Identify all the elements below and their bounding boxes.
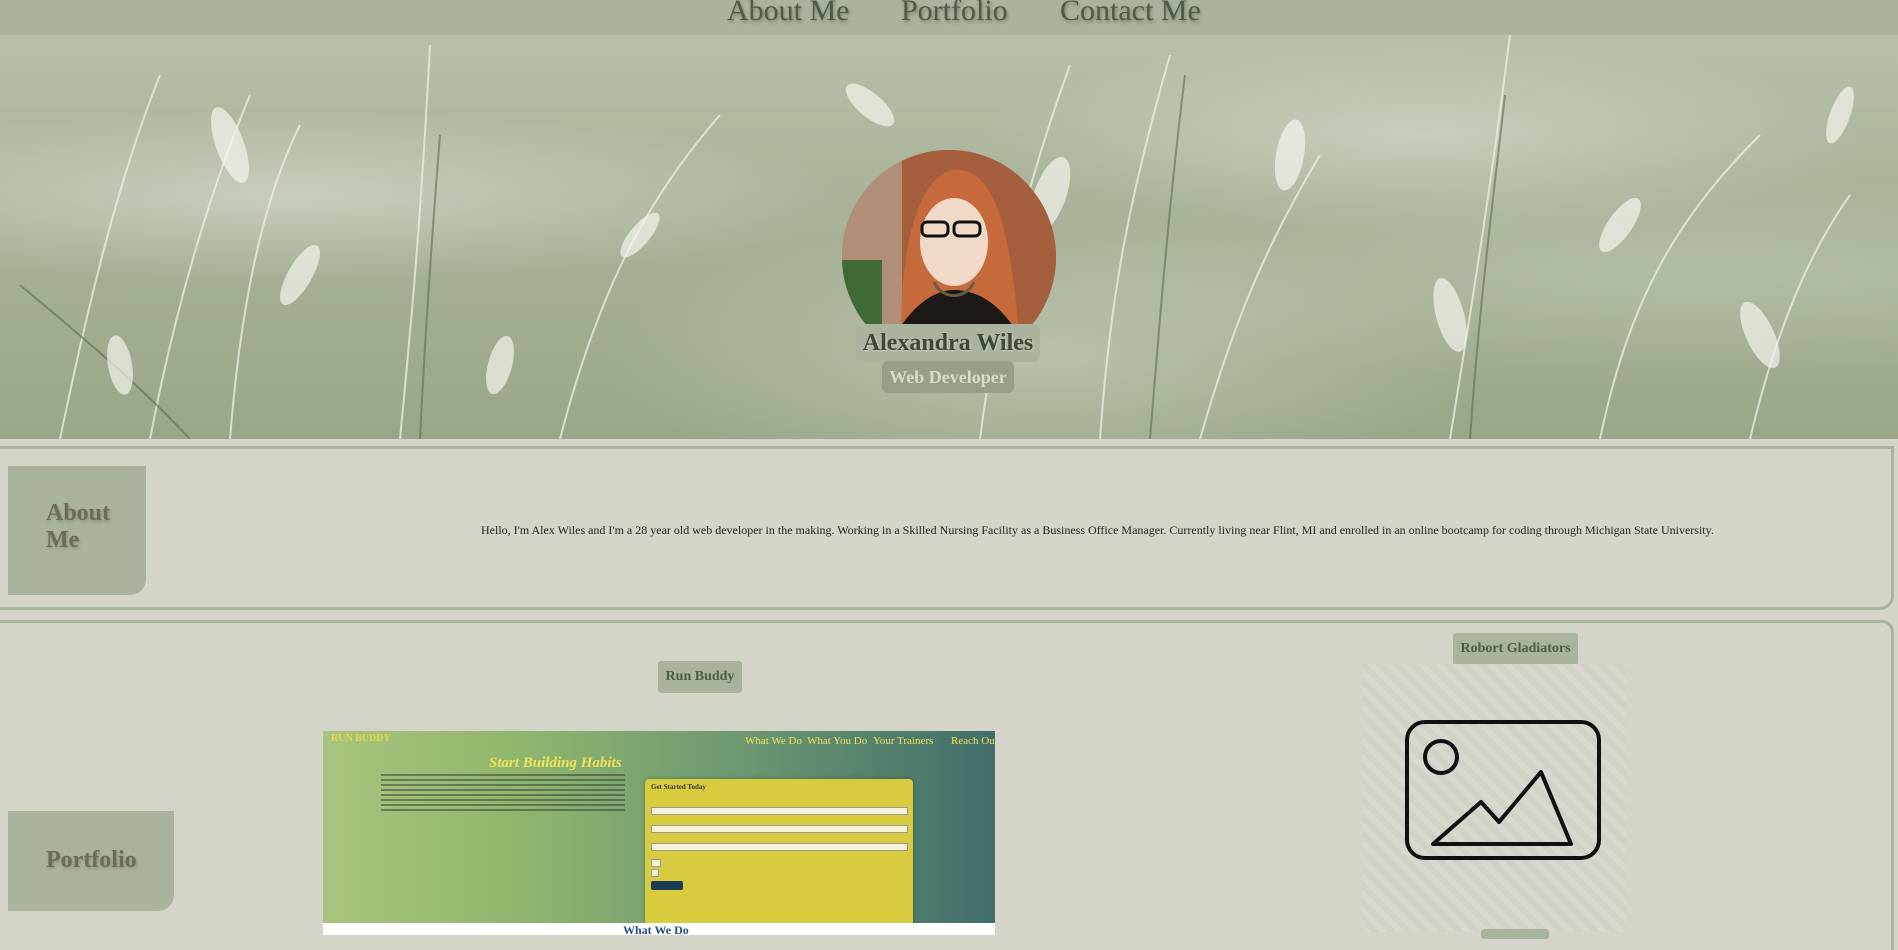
run-buddy-section-strip: What We Do: [323, 923, 995, 935]
run-buddy-nav-item: Your Trainers: [873, 735, 934, 747]
project-image-robort-gladiators[interactable]: [1363, 664, 1627, 932]
run-buddy-section-heading: What We Do: [623, 923, 689, 935]
run-buddy-form-checkbox: [651, 869, 659, 877]
run-buddy-form-title: Get Started Today: [651, 783, 706, 791]
profile-title: Web Developer: [882, 361, 1014, 393]
run-buddy-nav-item: What We Do: [745, 735, 802, 747]
hero-banner: Alexandra Wiles Web Developer: [0, 35, 1898, 439]
run-buddy-signup-form: Get Started Today: [645, 779, 913, 927]
run-buddy-form-field: [651, 807, 908, 815]
run-buddy-nav-item: What You Do: [807, 735, 868, 747]
run-buddy-headline: Start Building Habits: [489, 755, 622, 771]
run-buddy-logo: RUN BUDDY: [331, 733, 391, 744]
nav-about-link[interactable]: About Me: [727, 0, 850, 28]
nav-contact-link[interactable]: Contact Me: [1060, 0, 1201, 28]
portfolio-heading-tab: Portfolio: [8, 811, 174, 911]
about-text: Hello, I'm Alex Wiles and I'm a 28 year …: [481, 523, 1714, 537]
portfolio-heading: Portfolio: [46, 847, 137, 873]
run-buddy-body-text: [381, 774, 625, 812]
project-label-run-buddy[interactable]: Run Buddy: [658, 661, 742, 693]
about-heading: About Me: [46, 500, 111, 553]
project-label-robort-gladiators[interactable]: Robort Gladiators: [1453, 633, 1578, 665]
about-heading-tab: About Me: [8, 466, 146, 595]
project-label-next[interactable]: [1481, 929, 1549, 939]
run-buddy-nav-item: Reach Out: [951, 735, 995, 747]
run-buddy-form-field: [651, 825, 908, 833]
image-placeholder-icon: [1405, 720, 1601, 860]
profile-name: Alexandra Wiles: [856, 324, 1040, 362]
run-buddy-form-field: [651, 843, 908, 851]
run-buddy-form-button: [651, 881, 683, 890]
nav-portfolio-link[interactable]: Portfolio: [901, 0, 1008, 28]
run-buddy-form-radio: [651, 859, 661, 867]
project-screenshot-run-buddy[interactable]: RUN BUDDY What We Do What You Do Your Tr…: [323, 731, 995, 935]
top-nav: About Me Portfolio Contact Me: [0, 0, 1898, 35]
